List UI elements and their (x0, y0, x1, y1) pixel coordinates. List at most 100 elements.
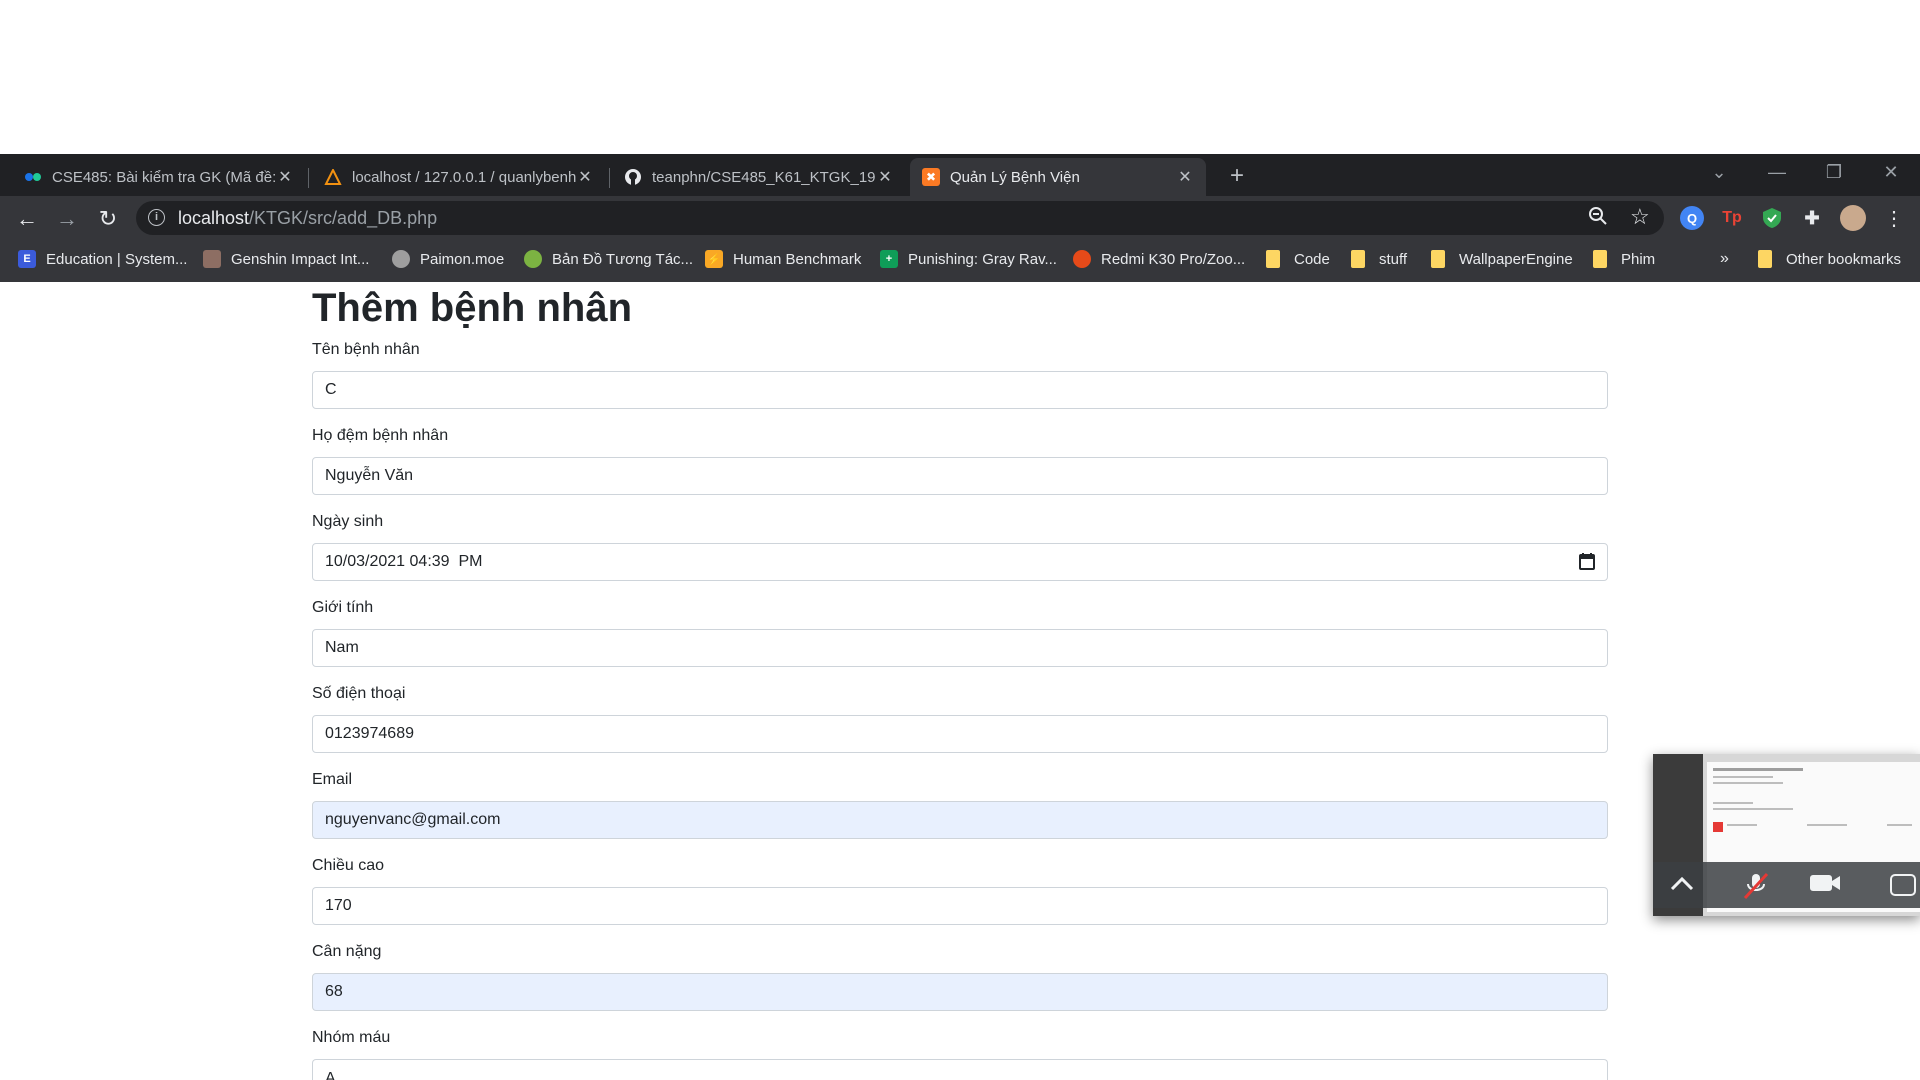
phpmyadmin-favicon-icon (324, 168, 342, 186)
browser-toolbar: ← → ↻ i localhost/KTGK/src/add_DB.php ☆ … (0, 196, 1920, 240)
bookmark-education[interactable]: E Education | System... (18, 250, 187, 268)
bookmark-label: Punishing: Gray Rav... (908, 250, 1057, 268)
new-tab-plus-icon[interactable]: + (1222, 162, 1252, 190)
bookmark-folder-wallpaperengine[interactable]: WallpaperEngine (1431, 250, 1573, 268)
label-ten-benh-nhan: Tên bệnh nhân (312, 341, 420, 358)
meeting-preview-overlay[interactable] (1653, 754, 1920, 916)
bookmark-folder-stuff[interactable]: stuff (1351, 250, 1407, 268)
close-icon[interactable]: ✕ (576, 167, 594, 187)
preview-control-bar (1653, 862, 1920, 908)
ten-benh-nhan-input[interactable]: C (312, 371, 1608, 409)
bookmark-label: WallpaperEngine (1459, 250, 1573, 268)
label-can-nang: Cân nặng (312, 943, 382, 960)
blank-area-above-browser (0, 0, 1920, 154)
bookmark-label: Paimon.moe (420, 250, 505, 268)
nhom-mau-input[interactable]: A (312, 1059, 1608, 1080)
restore-icon[interactable]: ❐ (1819, 162, 1849, 183)
map-icon (524, 250, 542, 268)
chieu-cao-input[interactable]: 170 (312, 887, 1608, 925)
label-gioi-tinh: Giới tính (312, 599, 374, 616)
ngay-sinh-value: 10/03/2021 04:39 PM (325, 553, 483, 570)
tab-hospital-active[interactable]: ✖ Quản Lý Bệnh Viện ✕ (910, 158, 1206, 196)
tab-strip: CSE485: Bài kiểm tra GK (Mã đề: ✕ localh… (0, 154, 1920, 196)
close-window-icon[interactable]: ✕ (1876, 162, 1906, 183)
ho-dem-input[interactable]: Nguyễn Văn (312, 457, 1608, 495)
bookmarks-overflow-chevron[interactable]: » (1720, 250, 1729, 268)
bookmark-label: Redmi K30 Pro/Zoo... (1101, 250, 1246, 268)
menu-kebab-icon[interactable]: ⋮ (1879, 204, 1909, 234)
tab-search-chevron-icon[interactable]: ⌄ (1704, 162, 1734, 183)
bookmark-folder-phim[interactable]: Phim (1593, 250, 1655, 268)
other-bookmarks[interactable]: Other bookmarks (1758, 250, 1901, 268)
gioi-tinh-input[interactable]: Nam (312, 629, 1608, 667)
browser-chrome: CSE485: Bài kiểm tra GK (Mã đề: ✕ localh… (0, 154, 1920, 282)
bookmark-label: Human Benchmark (733, 250, 862, 268)
close-icon[interactable]: ✕ (876, 167, 894, 187)
folder-icon (1431, 250, 1445, 268)
label-nhom-mau: Nhóm máu (312, 1029, 391, 1046)
tab-title: localhost / 127.0.0.1 / quanlybenh (352, 168, 576, 186)
github-favicon-icon (624, 168, 642, 186)
extensions-puzzle-icon[interactable]: ✚ (1800, 206, 1824, 230)
chevron-up-icon[interactable] (1669, 872, 1695, 900)
bookmark-human-benchmark[interactable]: ⚡ Human Benchmark (705, 250, 861, 268)
mic-muted-icon[interactable] (1743, 872, 1769, 907)
address-bar[interactable]: i localhost/KTGK/src/add_DB.php ☆ (136, 201, 1664, 235)
label-chieu-cao: Chiều cao (312, 857, 385, 874)
bookmark-punishing[interactable]: + Punishing: Gray Rav... (880, 250, 1057, 268)
tab-github[interactable]: teanphn/CSE485_K61_KTGK_195 ✕ (612, 158, 906, 196)
close-icon[interactable]: ✕ (1176, 167, 1194, 187)
info-icon[interactable]: i (148, 209, 165, 226)
search-extension-icon[interactable]: Q (1680, 206, 1704, 230)
folder-icon (1593, 250, 1607, 268)
sheets-icon: + (880, 250, 898, 268)
label-ngay-sinh: Ngày sinh (312, 513, 384, 530)
star-bookmark-icon[interactable]: ☆ (1630, 204, 1650, 230)
email-input[interactable]: nguyenvanc@gmail.com (312, 801, 1608, 839)
tab-title: CSE485: Bài kiểm tra GK (Mã đề: (52, 168, 276, 186)
bookmark-label: Education | System... (46, 250, 188, 268)
bookmark-map[interactable]: Bản Đồ Tương Tác... (524, 250, 693, 268)
bookmark-label: Code (1294, 250, 1330, 268)
reload-icon[interactable]: ↻ (93, 204, 123, 234)
dots-favicon-icon (24, 168, 42, 186)
forward-arrow-icon[interactable]: → (52, 204, 82, 234)
share-screen-icon[interactable] (1889, 872, 1919, 905)
url-text: localhost/KTGK/src/add_DB.php (178, 208, 437, 229)
tab-divider (609, 168, 610, 188)
tp-extension-icon[interactable]: Tp (1720, 206, 1744, 230)
bookmark-folder-code[interactable]: Code (1266, 250, 1330, 268)
so-dien-thoai-input[interactable]: 0123974689 (312, 715, 1608, 753)
close-icon[interactable]: ✕ (276, 167, 294, 187)
back-arrow-icon[interactable]: ← (12, 204, 42, 234)
profile-avatar[interactable] (1840, 205, 1866, 231)
tab-phpmyadmin[interactable]: localhost / 127.0.0.1 / quanlybenh ✕ (312, 158, 606, 196)
page-title: Thêm bệnh nhân (312, 286, 632, 330)
bookmark-paimon[interactable]: Paimon.moe (392, 250, 504, 268)
folder-icon (1266, 250, 1280, 268)
tab-cse485[interactable]: CSE485: Bài kiểm tra GK (Mã đề: ✕ (12, 158, 306, 196)
label-email: Email (312, 771, 353, 788)
camera-icon[interactable] (1809, 872, 1841, 901)
bookmark-redmi[interactable]: Redmi K30 Pro/Zoo... (1073, 250, 1245, 268)
folder-icon (1758, 250, 1772, 268)
label-ho-dem: Họ đệm bệnh nhân (312, 427, 449, 444)
calendar-icon[interactable] (1579, 552, 1595, 570)
folder-icon (1351, 250, 1365, 268)
bookmark-label: Bản Đồ Tương Tác... (552, 250, 694, 268)
tab-title: Quản Lý Bệnh Viện (950, 168, 1080, 186)
can-nang-input[interactable]: 68 (312, 973, 1608, 1011)
url-path: /KTGK/src/add_DB.php (249, 208, 438, 228)
lightning-icon: ⚡ (705, 250, 723, 268)
bookmarks-bar: E Education | System... Genshin Impact In… (0, 240, 1920, 282)
education-icon: E (18, 250, 36, 268)
ngay-sinh-datetime-input[interactable]: 10/03/2021 04:39 PM (312, 543, 1608, 581)
xampp-favicon-icon: ✖ (922, 168, 940, 186)
shield-extension-icon[interactable] (1760, 206, 1784, 230)
minimize-icon[interactable]: — (1762, 162, 1792, 183)
bookmark-label: Genshin Impact Int... (231, 250, 370, 268)
label-so-dien-thoai: Số điện thoại (312, 685, 406, 702)
paimon-icon (392, 250, 410, 268)
zoom-icon[interactable] (1588, 206, 1608, 232)
bookmark-genshin[interactable]: Genshin Impact Int... (203, 250, 369, 268)
